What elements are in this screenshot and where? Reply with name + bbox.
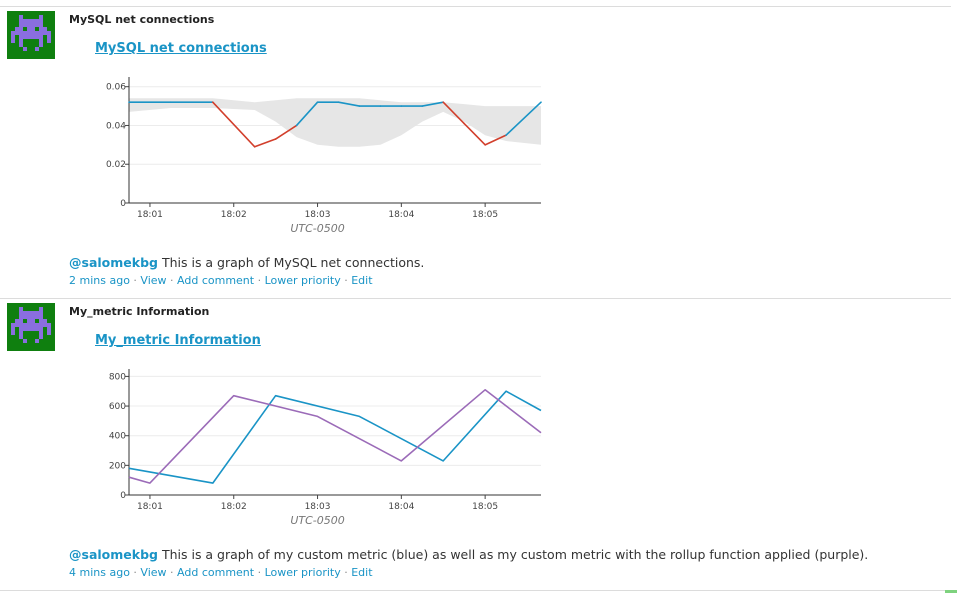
comment-body: This is a graph of MySQL net connections… xyxy=(161,255,425,270)
x-axis-label: UTC-0500 xyxy=(290,222,344,235)
x-tick-label: 18:04 xyxy=(388,210,414,220)
separator: · xyxy=(133,274,137,287)
series-line-segment xyxy=(253,138,277,148)
space-invader-icon xyxy=(7,303,55,351)
separator: · xyxy=(344,274,348,287)
x-tick-label: 18:03 xyxy=(305,210,331,220)
author-link[interactable]: @salomekbg xyxy=(69,547,158,562)
x-tick-label: 18:01 xyxy=(137,502,163,512)
view-link[interactable]: View xyxy=(140,566,166,579)
comment-text: @salomekbg This is a graph of my custom … xyxy=(69,547,868,562)
x-tick-label: 18:05 xyxy=(472,210,498,220)
timestamp-link[interactable]: 2 mins ago xyxy=(69,274,130,287)
x-tick-label: 18:02 xyxy=(221,502,247,512)
y-tick-label: 0.02 xyxy=(106,160,126,170)
view-link[interactable]: View xyxy=(140,274,166,287)
x-axis-label: UTC-0500 xyxy=(290,514,344,527)
edit-link[interactable]: Edit xyxy=(351,566,372,579)
y-tick-label: 0.04 xyxy=(106,121,126,131)
timestamp-link[interactable]: 4 mins ago xyxy=(69,566,130,579)
edit-link[interactable]: Edit xyxy=(351,274,372,287)
y-tick-label: 0.06 xyxy=(106,83,126,93)
event-meta: 4 mins ago · View · Add comment · Lower … xyxy=(69,566,373,579)
status-indicator xyxy=(945,590,957,593)
y-tick-label: 200 xyxy=(109,461,126,471)
lower-priority-link[interactable]: Lower priority xyxy=(265,274,341,287)
event-divider xyxy=(0,298,951,299)
separator: · xyxy=(257,274,262,287)
mysql-connections-chart: 0 0.02 0.04 0.06 18:01 18:02 18:03 18:04 18:05 UT… xyxy=(100,74,545,244)
lower-priority-link[interactable]: Lower priority xyxy=(265,566,341,579)
author-link[interactable]: @salomekbg xyxy=(69,255,158,270)
series-line xyxy=(128,390,542,484)
x-tick-label: 18:05 xyxy=(472,502,498,512)
custom-metric-chart: 0 200 400 600 800 18:01 18:02 18:03 18:04 18:05 UT… xyxy=(100,366,545,536)
bottom-divider xyxy=(0,590,951,591)
add-comment-link[interactable]: Add comment xyxy=(177,566,254,579)
top-divider xyxy=(0,6,951,7)
y-tick-label: 600 xyxy=(109,402,126,412)
graph-title-link[interactable]: MySQL net connections xyxy=(95,41,267,56)
space-invader-icon xyxy=(7,11,55,59)
separator: · xyxy=(133,566,137,579)
event-meta: 2 mins ago · View · Add comment · Lower … xyxy=(69,274,373,287)
avatar[interactable] xyxy=(7,303,55,351)
separator: · xyxy=(170,274,174,287)
graph-title-link[interactable]: My_metric Information xyxy=(95,333,261,348)
y-tick-label: 0 xyxy=(120,199,126,209)
y-tick-label: 0 xyxy=(120,491,126,501)
add-comment-link[interactable]: Add comment xyxy=(177,274,254,287)
event-title: My_metric Information xyxy=(69,305,210,318)
comment-text: @salomekbg This is a graph of MySQL net … xyxy=(69,255,424,270)
series-line xyxy=(128,389,542,484)
separator: · xyxy=(344,566,348,579)
separator: · xyxy=(257,566,262,579)
x-tick-label: 18:03 xyxy=(305,502,331,512)
x-tick-label: 18:02 xyxy=(221,210,247,220)
x-tick-label: 18:01 xyxy=(137,210,163,220)
separator: · xyxy=(170,566,174,579)
avatar[interactable] xyxy=(7,11,55,59)
y-tick-label: 400 xyxy=(109,432,126,442)
y-tick-label: 800 xyxy=(109,372,126,382)
comment-body: This is a graph of my custom metric (blu… xyxy=(161,547,869,562)
x-tick-label: 18:04 xyxy=(388,502,414,512)
event-title: MySQL net connections xyxy=(69,13,215,26)
